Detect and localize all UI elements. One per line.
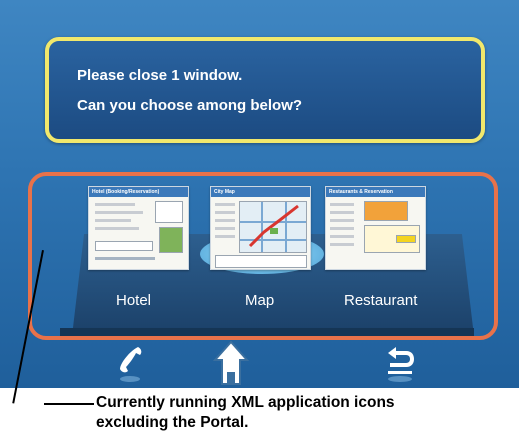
home-icon[interactable] (212, 340, 250, 388)
dialog-message-line-1: Please close 1 window. (77, 67, 243, 84)
callout-leader-line (44, 403, 94, 405)
running-apps-selector (28, 172, 498, 340)
caption-line-1: Currently running XML application icons (96, 394, 395, 411)
device-screen: Please close 1 window. Can you choose am… (0, 0, 519, 388)
caption-line-2: excluding the Portal. (96, 414, 249, 431)
figure-caption: Currently running XML application icons … (96, 393, 516, 433)
phone-icon[interactable] (116, 343, 146, 383)
message-dialog: Please close 1 window. Can you choose am… (45, 37, 485, 143)
dialog-message-line-2: Can you choose among below? (77, 97, 303, 114)
back-icon[interactable] (382, 343, 416, 383)
